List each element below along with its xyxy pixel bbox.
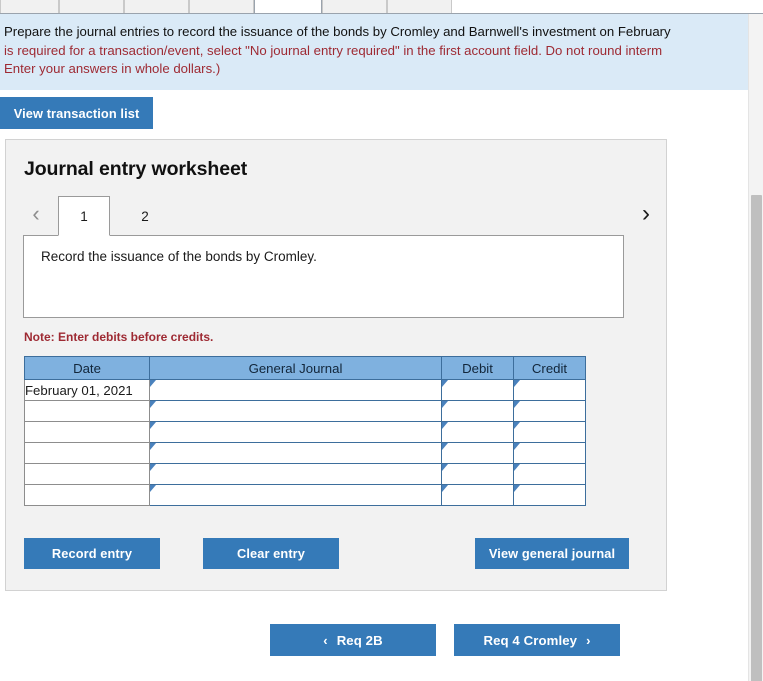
page-root: Prepare the journal entries to record th… — [0, 0, 763, 681]
cell-debit[interactable] — [441, 484, 514, 506]
debits-before-credits-note: Note: Enter debits before credits. — [24, 330, 214, 344]
table-row — [24, 484, 586, 506]
cell-debit[interactable] — [441, 442, 514, 464]
table-row — [24, 421, 586, 443]
cell-general-journal[interactable] — [149, 421, 442, 443]
table-row — [24, 463, 586, 485]
table-header-row: Date General Journal Debit Credit — [24, 356, 586, 380]
cell-credit-input[interactable] — [514, 380, 585, 400]
record-entry-button[interactable]: Record entry — [24, 538, 160, 569]
journal-entry-table: Date General Journal Debit Credit Februa… — [24, 356, 586, 506]
transaction-description-box: Record the issuance of the bonds by Crom… — [23, 235, 624, 318]
vertical-scrollbar-thumb[interactable] — [751, 195, 762, 681]
cell-debit-input[interactable] — [442, 485, 513, 505]
cell-date: February 01, 2021 — [24, 379, 150, 401]
cell-general-journal[interactable] — [149, 400, 442, 422]
cell-general-journal[interactable] — [149, 379, 442, 401]
chevron-right-icon: › — [586, 632, 591, 648]
cell-credit[interactable] — [513, 484, 586, 506]
tab-segment-2[interactable] — [59, 0, 124, 13]
instruction-line-3: Enter your answers in whole dollars.) — [4, 61, 221, 77]
chevron-right-icon[interactable]: › — [632, 195, 660, 233]
worksheet-pager: ‹ 1 2 › — [22, 195, 652, 236]
cell-general-journal-input[interactable] — [150, 422, 441, 442]
column-header-debit: Debit — [441, 356, 514, 380]
cell-general-journal[interactable] — [149, 463, 442, 485]
cell-debit[interactable] — [441, 400, 514, 422]
chevron-left-icon[interactable]: ‹ — [22, 195, 50, 233]
cell-general-journal-input[interactable] — [150, 464, 441, 484]
tab-strip — [0, 0, 763, 14]
req-next-button[interactable]: Req 4 Cromley › — [454, 624, 620, 656]
table-row — [24, 400, 586, 422]
cell-date — [24, 421, 150, 443]
cell-debit[interactable] — [441, 421, 514, 443]
cell-general-journal-input[interactable] — [150, 401, 441, 421]
cell-general-journal[interactable] — [149, 442, 442, 464]
instruction-line-1: Prepare the journal entries to record th… — [4, 24, 671, 39]
req-prev-button[interactable]: ‹ Req 2B — [270, 624, 436, 656]
cell-credit[interactable] — [513, 442, 586, 464]
cell-debit-input[interactable] — [442, 380, 513, 400]
tab-segment-1[interactable] — [0, 0, 59, 13]
clear-entry-button[interactable]: Clear entry — [203, 538, 339, 569]
cell-credit-input[interactable] — [514, 464, 585, 484]
cell-credit-input[interactable] — [514, 443, 585, 463]
table-row: February 01, 2021 — [24, 379, 586, 401]
page-title: Journal entry worksheet — [24, 158, 248, 180]
journal-entry-worksheet-panel: Journal entry worksheet ‹ 1 2 › Record t… — [5, 139, 667, 591]
cell-general-journal[interactable] — [149, 484, 442, 506]
cell-credit-input[interactable] — [514, 401, 585, 421]
instructions-banner: Prepare the journal entries to record th… — [0, 14, 763, 90]
tab-segment-7[interactable] — [387, 0, 452, 13]
cell-debit[interactable] — [441, 379, 514, 401]
chevron-left-icon: ‹ — [323, 632, 328, 648]
worksheet-tab-1[interactable]: 1 — [58, 196, 110, 236]
view-general-journal-button[interactable]: View general journal — [475, 538, 629, 569]
cell-general-journal-input[interactable] — [150, 485, 441, 505]
cell-credit[interactable] — [513, 463, 586, 485]
tab-segment-5[interactable] — [254, 0, 322, 13]
tab-segment-8 — [452, 0, 763, 13]
cell-debit-input[interactable] — [442, 401, 513, 421]
cell-date — [24, 400, 150, 422]
cell-debit[interactable] — [441, 463, 514, 485]
cell-debit-input[interactable] — [442, 422, 513, 442]
cell-date — [24, 442, 150, 464]
column-header-credit: Credit — [513, 356, 586, 380]
cell-debit-input[interactable] — [442, 443, 513, 463]
cell-date — [24, 484, 150, 506]
column-header-date: Date — [24, 356, 150, 380]
view-transaction-list-button[interactable]: View transaction list — [0, 97, 153, 129]
worksheet-tab-2[interactable]: 2 — [119, 196, 171, 236]
table-row — [24, 442, 586, 464]
vertical-scrollbar-track[interactable] — [748, 14, 763, 681]
req-prev-label: Req 2B — [336, 632, 383, 648]
transaction-description-text: Record the issuance of the bonds by Crom… — [41, 249, 317, 264]
cell-credit-input[interactable] — [514, 485, 585, 505]
cell-general-journal-input[interactable] — [150, 443, 441, 463]
cell-credit[interactable] — [513, 379, 586, 401]
column-header-general-journal: General Journal — [149, 356, 442, 380]
tab-segment-3[interactable] — [124, 0, 189, 13]
req-next-label: Req 4 Cromley — [483, 632, 578, 648]
tab-segment-6[interactable] — [322, 0, 387, 13]
cell-credit[interactable] — [513, 400, 586, 422]
cell-credit-input[interactable] — [514, 422, 585, 442]
tab-segment-4[interactable] — [189, 0, 254, 13]
cell-general-journal-input[interactable] — [150, 380, 441, 400]
cell-date — [24, 463, 150, 485]
instruction-line-2: is required for a transaction/event, sel… — [4, 42, 663, 58]
cell-credit[interactable] — [513, 421, 586, 443]
cell-debit-input[interactable] — [442, 464, 513, 484]
